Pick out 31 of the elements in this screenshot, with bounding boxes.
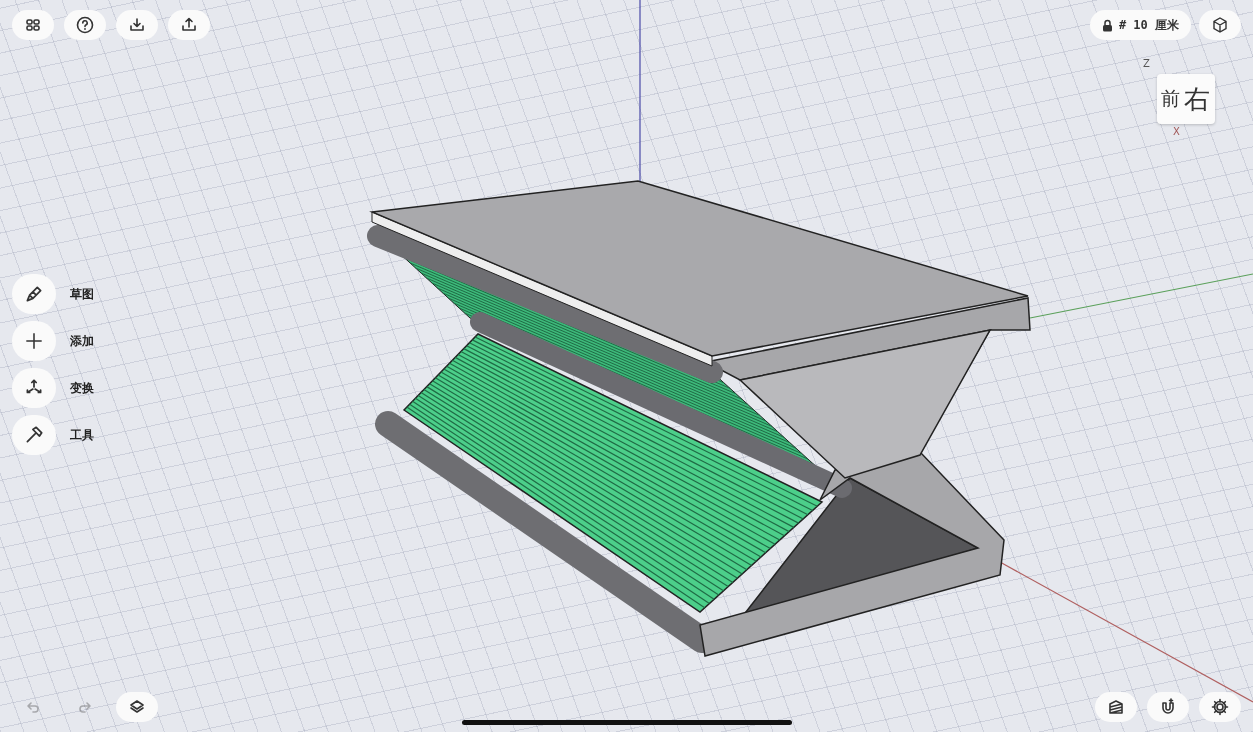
- help-button[interactable]: [64, 10, 106, 40]
- axis-label: X: [1173, 126, 1180, 137]
- settings-button[interactable]: [1199, 692, 1241, 722]
- tool-label[interactable]: 变换: [70, 379, 94, 397]
- import-button[interactable]: [116, 10, 158, 40]
- tool-button[interactable]: [12, 321, 56, 361]
- export-button[interactable]: [168, 10, 210, 40]
- shaded-box-icon: [1106, 697, 1126, 717]
- layers-button[interactable]: [116, 692, 158, 722]
- tool-button[interactable]: [12, 274, 56, 314]
- cube-face-label[interactable]: 前: [1161, 86, 1180, 112]
- grid-canvas[interactable]: # 10 厘米 前 右 Z X 草图 添加 变换 工具: [0, 0, 1253, 732]
- axis-label: Z: [1143, 58, 1150, 69]
- cube-face-label[interactable]: 右: [1184, 81, 1210, 117]
- tool-button[interactable]: [12, 415, 56, 455]
- grid-size-label: # 10 厘米: [1118, 16, 1179, 34]
- apps-button[interactable]: [12, 10, 54, 40]
- tool-label[interactable]: 草图: [70, 285, 94, 303]
- cube-icon: [1210, 15, 1230, 35]
- view-cube-button[interactable]: [1199, 10, 1241, 40]
- snap-button[interactable]: [1147, 692, 1189, 722]
- tool-button[interactable]: [12, 368, 56, 408]
- tool-label[interactable]: 添加: [70, 332, 94, 350]
- help-icon: [75, 15, 95, 35]
- grid-size-button[interactable]: # 10 厘米: [1089, 10, 1191, 40]
- tool-label[interactable]: 工具: [70, 426, 94, 444]
- view-cube[interactable]: 前 右: [1157, 74, 1215, 124]
- display-mode-button[interactable]: [1095, 692, 1137, 722]
- plus-icon: [23, 330, 45, 352]
- settings-icon: [1210, 697, 1230, 717]
- 3d-model-drawing[interactable]: [367, 180, 1031, 657]
